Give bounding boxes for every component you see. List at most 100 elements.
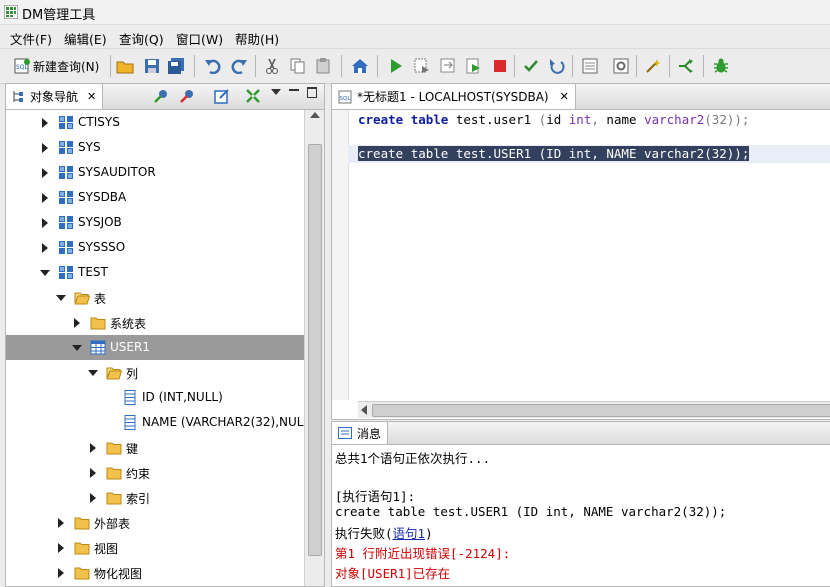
save-all-button[interactable] [167, 56, 187, 76]
collapse-arrow-icon[interactable] [40, 270, 50, 276]
tree-item-test[interactable]: TEST [6, 260, 304, 285]
collapse-arrow-icon[interactable] [56, 295, 66, 301]
tree-item-constraints[interactable]: 约束 [6, 460, 304, 485]
undo-button[interactable] [203, 56, 223, 76]
expand-arrow-icon[interactable] [42, 118, 48, 128]
paste-button[interactable] [313, 56, 333, 76]
tree-item-user1[interactable]: USER1 [6, 335, 304, 360]
copy-button[interactable] [288, 56, 308, 76]
home-button[interactable] [350, 56, 370, 76]
run-script-button[interactable] [464, 56, 484, 76]
expand-arrow-icon[interactable] [58, 568, 64, 578]
schema-icon [58, 240, 74, 255]
tree-item-indexes[interactable]: 索引 [6, 485, 304, 510]
maximize-icon[interactable] [307, 87, 317, 98]
tab-untitled-1[interactable]: SQL *无标题1 - LOCALHOST(SYSDBA) ✕ [332, 84, 576, 109]
schema-icon [58, 140, 74, 155]
expand-arrow-icon[interactable] [58, 518, 64, 528]
tree-item-column-id[interactable]: ID (INT,NULL) [6, 385, 304, 410]
collapse-arrow-icon[interactable] [72, 345, 82, 351]
menu-query[interactable]: 查询(Q) [119, 29, 164, 48]
folder-icon [106, 465, 122, 480]
step-button[interactable] [438, 56, 458, 76]
tree-item-label: 外部表 [94, 517, 131, 531]
expand-arrow-icon[interactable] [90, 493, 96, 503]
tree-item-ctisys[interactable]: CTISYS [6, 110, 304, 135]
expand-arrow-icon[interactable] [42, 168, 48, 178]
tab-object-navigator[interactable]: 对象导航 ✕ [6, 84, 104, 109]
error-message: 对象[USER1]已存在 [335, 566, 451, 581]
expand-arrow-icon[interactable] [58, 543, 64, 553]
tree-view-icon [13, 91, 23, 102]
wand-icon [646, 59, 660, 73]
scroll-left-arrow[interactable] [361, 405, 367, 415]
open-folder-button[interactable] [115, 56, 135, 76]
menu-edit[interactable]: 编辑(E) [64, 29, 107, 48]
close-tab-icon[interactable]: ✕ [560, 90, 569, 103]
tree-item-tables[interactable]: 表 [6, 285, 304, 310]
menu-window[interactable]: 窗口(W) [176, 29, 223, 48]
expand-arrow-icon[interactable] [42, 143, 48, 153]
tab-messages[interactable]: 消息 [332, 422, 389, 444]
tree-item-views[interactable]: 视图 [6, 535, 304, 560]
menu-file[interactable]: 文件(F) [10, 29, 52, 48]
collapse-all-icon [246, 89, 260, 103]
tree-item-keys[interactable]: 键 [6, 435, 304, 460]
tree-item-syssso[interactable]: SYSSSO [6, 235, 304, 260]
statement-link[interactable]: 语句1 [393, 526, 426, 541]
expand-arrow-icon[interactable] [42, 218, 48, 228]
view-menu-icon[interactable] [271, 89, 281, 95]
tree-item-materialized-views[interactable]: 物化视图 [6, 560, 304, 585]
code-line-1[interactable]: create table test.user1 (id int, name va… [358, 112, 749, 127]
tree-item-columns[interactable]: 列 [6, 360, 304, 385]
tree-item-column-name[interactable]: NAME (VARCHAR2(32),NULL [6, 410, 304, 435]
tree-vertical-scrollbar[interactable] [304, 110, 324, 586]
code-line-2-selected[interactable]: create table test.USER1 (ID int, NAME va… [358, 146, 750, 161]
expand-arrow-icon[interactable] [90, 468, 96, 478]
tree-item-system-tables[interactable]: 系统表 [6, 310, 304, 335]
collapse-arrow-icon[interactable] [88, 370, 98, 376]
minimize-icon[interactable] [289, 89, 299, 91]
execute-button[interactable] [386, 56, 406, 76]
close-tab-icon[interactable]: ✕ [87, 90, 96, 103]
edit-button[interactable] [212, 86, 232, 106]
folder-icon [90, 315, 106, 330]
branch-button[interactable] [676, 56, 696, 76]
message-icon [338, 427, 352, 439]
scroll-thumb[interactable] [308, 144, 322, 556]
scroll-up-arrow[interactable] [310, 112, 320, 118]
error-message: 第1 行附近出现错误[-2124]: [335, 546, 511, 561]
save-button[interactable] [142, 56, 162, 76]
sql-editor-panel: SQL *无标题1 - LOCALHOST(SYSDBA) ✕ create t… [331, 83, 830, 420]
format-button[interactable] [643, 56, 663, 76]
messages-tab-bar: 消息 [332, 422, 830, 445]
expand-arrow-icon[interactable] [42, 193, 48, 203]
tree-item-sysdba[interactable]: SYSDBA [6, 185, 304, 210]
redo-button[interactable] [229, 56, 249, 76]
disconnect-button[interactable] [177, 86, 197, 106]
tree-item-sysauditor[interactable]: SYSAUDITOR [6, 160, 304, 185]
scroll-thumb[interactable] [372, 404, 830, 417]
stop-button[interactable] [490, 56, 510, 76]
editor-horizontal-scrollbar[interactable] [358, 401, 830, 418]
expand-arrow-icon[interactable] [90, 443, 96, 453]
expand-arrow-icon[interactable] [42, 243, 48, 253]
menu-help[interactable]: 帮助(H) [235, 29, 279, 48]
connect-button[interactable] [151, 86, 171, 106]
explain-button[interactable] [580, 56, 600, 76]
message-line: 执行失败(语句1) [335, 526, 433, 541]
tree-item-sys[interactable]: SYS [6, 135, 304, 160]
rollback-button[interactable] [547, 56, 567, 76]
commit-button[interactable] [521, 56, 541, 76]
folder-icon [74, 540, 90, 555]
tree-item-label: SYS [78, 140, 101, 154]
new-query-button[interactable]: SQL 新建查询(N) [14, 56, 99, 76]
expand-arrow-icon[interactable] [74, 318, 80, 328]
tree-item-external-tables[interactable]: 外部表 [6, 510, 304, 535]
collapse-all-button[interactable] [243, 86, 263, 106]
cut-button[interactable] [262, 56, 282, 76]
settings-button[interactable] [611, 56, 631, 76]
tree-item-sysjob[interactable]: SYSJOB [6, 210, 304, 235]
execute-selection-button[interactable] [412, 56, 432, 76]
debug-button[interactable] [711, 56, 731, 76]
